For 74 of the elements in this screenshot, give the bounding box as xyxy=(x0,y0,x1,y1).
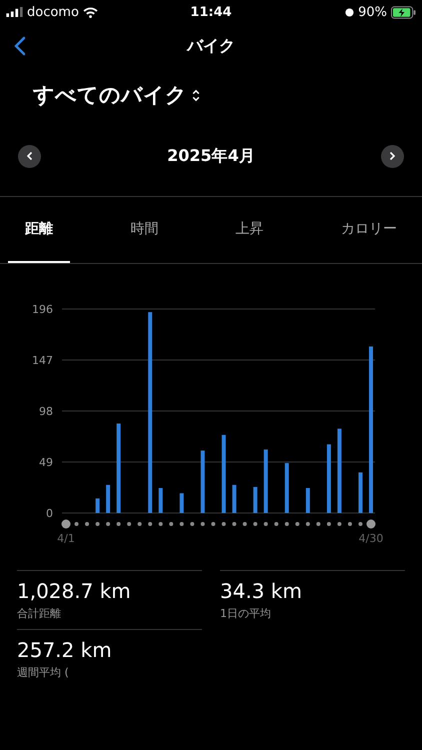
day-dot xyxy=(337,522,342,526)
day-dot xyxy=(242,522,247,526)
bar xyxy=(158,488,163,513)
day-dot xyxy=(326,522,331,526)
day-dot xyxy=(74,522,79,526)
wifi-icon xyxy=(82,6,98,18)
bike-selector[interactable]: すべてのバイク xyxy=(33,76,201,114)
day-dot xyxy=(158,522,163,526)
bar xyxy=(326,444,331,513)
signal-icon xyxy=(6,7,23,17)
bar xyxy=(96,498,100,513)
bar xyxy=(200,450,205,513)
updown-icon xyxy=(191,88,201,102)
previous-month-button[interactable] xyxy=(18,144,41,168)
nav-title: バイク xyxy=(187,36,235,56)
stat-label: 合計距離 xyxy=(17,606,62,621)
stat-value: 34.3 km xyxy=(220,579,303,603)
day-dot xyxy=(211,522,216,526)
day-dot xyxy=(96,522,100,526)
bar xyxy=(232,484,236,513)
day-dot xyxy=(366,520,376,528)
month-label: 2025年4月 xyxy=(167,146,255,166)
stat-label: 週間平均 ( xyxy=(17,665,70,680)
y-axis-label: 98 xyxy=(39,405,53,418)
stat-value: 257.2 km xyxy=(17,638,113,662)
battery-icon xyxy=(391,6,416,18)
y-axis-label: 0 xyxy=(46,507,53,520)
bar xyxy=(180,493,184,513)
day-dot xyxy=(62,520,70,528)
day-dot xyxy=(148,522,152,526)
chevron-right-icon xyxy=(387,151,398,161)
carrier-name: docomo xyxy=(27,4,79,20)
metric-tab[interactable]: 上昇 xyxy=(218,197,281,263)
clock-time: 11:44 xyxy=(190,4,232,20)
metric-tab[interactable]: カロリー xyxy=(324,197,414,263)
bar xyxy=(264,450,268,513)
day-dot xyxy=(253,522,258,526)
day-dot xyxy=(190,522,194,526)
chevron-left-icon xyxy=(24,151,34,161)
metric-tab[interactable]: 距離 xyxy=(8,197,70,263)
day-dot xyxy=(306,522,310,526)
metric-tab[interactable]: 時間 xyxy=(113,197,176,263)
day-dot xyxy=(222,522,226,526)
day-dot xyxy=(200,522,205,526)
bar xyxy=(306,488,310,513)
bar xyxy=(106,484,110,513)
day-dot xyxy=(316,522,320,526)
day-dot xyxy=(348,522,352,526)
battery-percent: 90% xyxy=(358,4,387,20)
next-month-button[interactable] xyxy=(380,144,404,168)
day-dot xyxy=(169,522,174,526)
day-dot xyxy=(138,522,142,526)
y-axis-label: 147 xyxy=(32,354,53,367)
day-dot xyxy=(85,522,90,526)
day-dot xyxy=(295,522,300,526)
day-dot xyxy=(358,522,362,526)
x-axis-label: 4/30 xyxy=(358,532,384,545)
day-dot xyxy=(116,522,121,526)
day-dot xyxy=(284,522,289,526)
day-dot xyxy=(274,522,278,526)
stat-label: 1日の平均 xyxy=(220,606,272,621)
day-dot xyxy=(127,522,132,526)
day-dot xyxy=(232,522,236,526)
stat-value: 1,028.7 km xyxy=(17,579,132,603)
bar xyxy=(253,486,258,513)
day-dot xyxy=(106,522,110,526)
back-icon[interactable] xyxy=(14,36,26,56)
bar xyxy=(284,463,289,513)
x-axis-label: 4/1 xyxy=(57,532,75,545)
day-dot xyxy=(264,522,268,526)
bar xyxy=(358,472,362,513)
y-axis-label: 196 xyxy=(32,303,53,316)
y-axis-label: 49 xyxy=(39,456,53,469)
day-dot xyxy=(180,522,184,526)
